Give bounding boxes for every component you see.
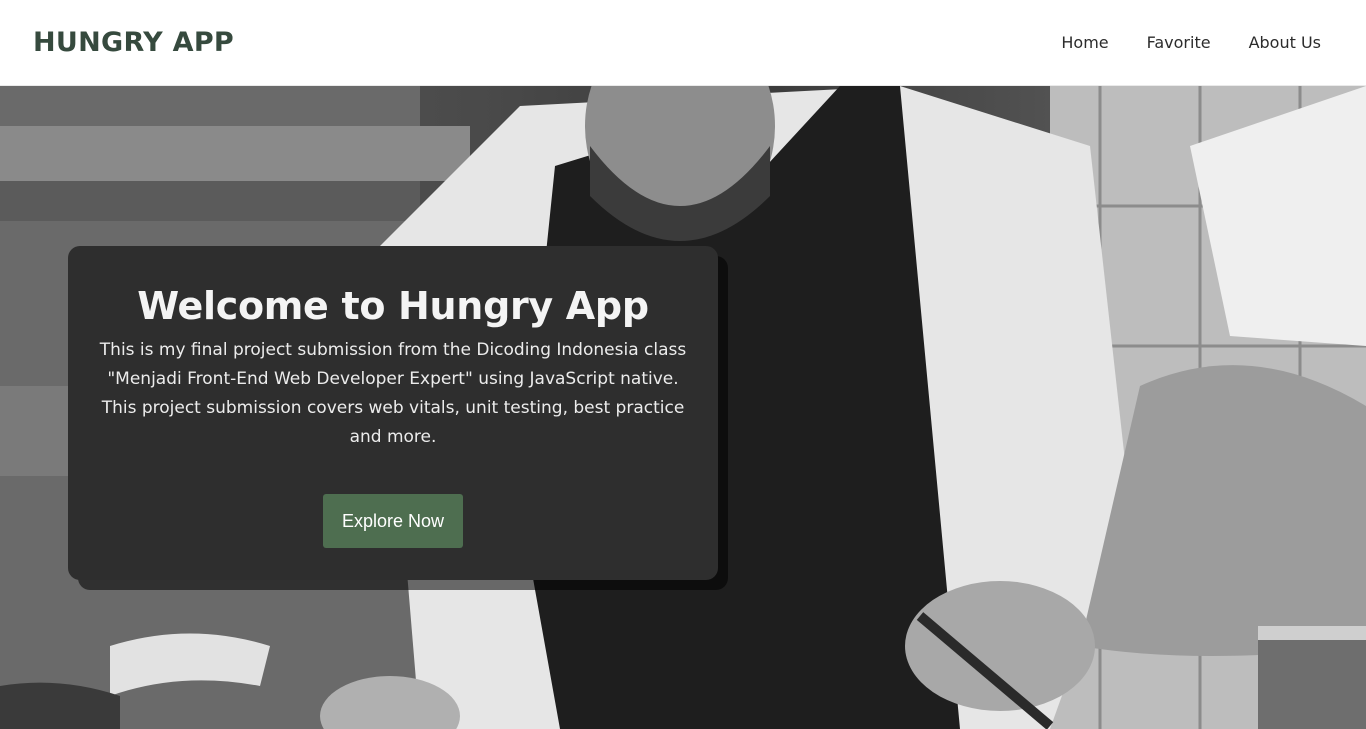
app-bar: HUNGRY APP Home Favorite About Us [0, 0, 1366, 86]
hero-card: Welcome to Hungry App This is my final p… [68, 246, 718, 580]
hero-description: This is my final project submission from… [99, 340, 687, 447]
hero-title: Welcome to Hungry App [137, 284, 649, 328]
main-nav: Home Favorite About Us [1023, 23, 1321, 62]
nav-link-home[interactable]: Home [1061, 23, 1108, 62]
nav-item-favorite: Favorite [1109, 23, 1211, 62]
nav-link-favorite[interactable]: Favorite [1147, 23, 1211, 62]
nav-link-about-us[interactable]: About Us [1249, 23, 1321, 62]
nav-list: Home Favorite About Us [1023, 23, 1321, 62]
explore-now-button[interactable]: Explore Now [323, 494, 463, 548]
nav-item-about: About Us [1211, 23, 1321, 62]
brand-logo[interactable]: HUNGRY APP [33, 27, 234, 58]
hero-section: Welcome to Hungry App This is my final p… [0, 86, 1366, 729]
nav-item-home: Home [1023, 23, 1108, 62]
